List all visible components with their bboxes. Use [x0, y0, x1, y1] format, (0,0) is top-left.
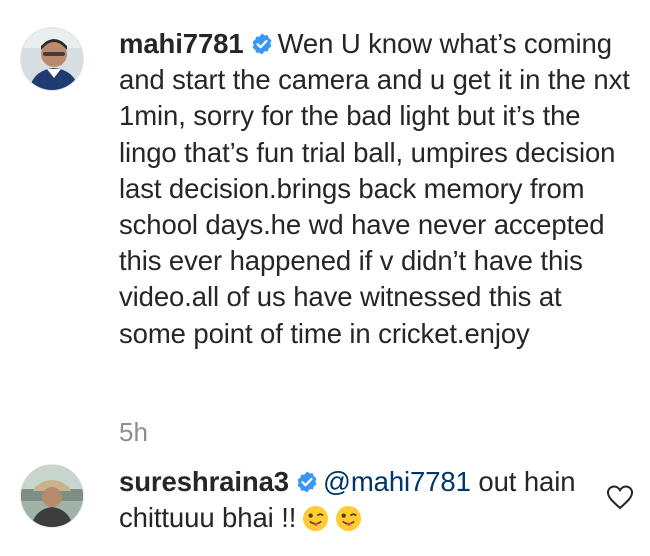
comment-text: mahi7781 Wen U know what’s coming and sta… — [119, 26, 634, 352]
verified-badge-icon — [295, 467, 319, 493]
comment-body: Wen U know what’s coming and start the c… — [119, 28, 630, 349]
comment-username[interactable]: sureshraina3 — [119, 466, 289, 497]
avatar[interactable] — [20, 27, 84, 91]
winking-face-with-tongue-icon — [335, 505, 362, 532]
winking-face-with-tongue-icon — [302, 505, 329, 532]
comment-timestamp[interactable]: 5h — [119, 417, 148, 448]
like-heart-icon[interactable] — [606, 484, 634, 510]
comment-item: mahi7781 Wen U know what’s coming and sta… — [0, 0, 650, 448]
mention-link[interactable]: @mahi7781 — [323, 466, 471, 497]
comment-username[interactable]: mahi7781 — [119, 28, 244, 59]
verified-badge-icon — [250, 29, 274, 55]
avatar[interactable] — [20, 464, 84, 528]
comment-text: sureshraina3 @mahi7781 out hain chittuuu … — [119, 464, 589, 536]
